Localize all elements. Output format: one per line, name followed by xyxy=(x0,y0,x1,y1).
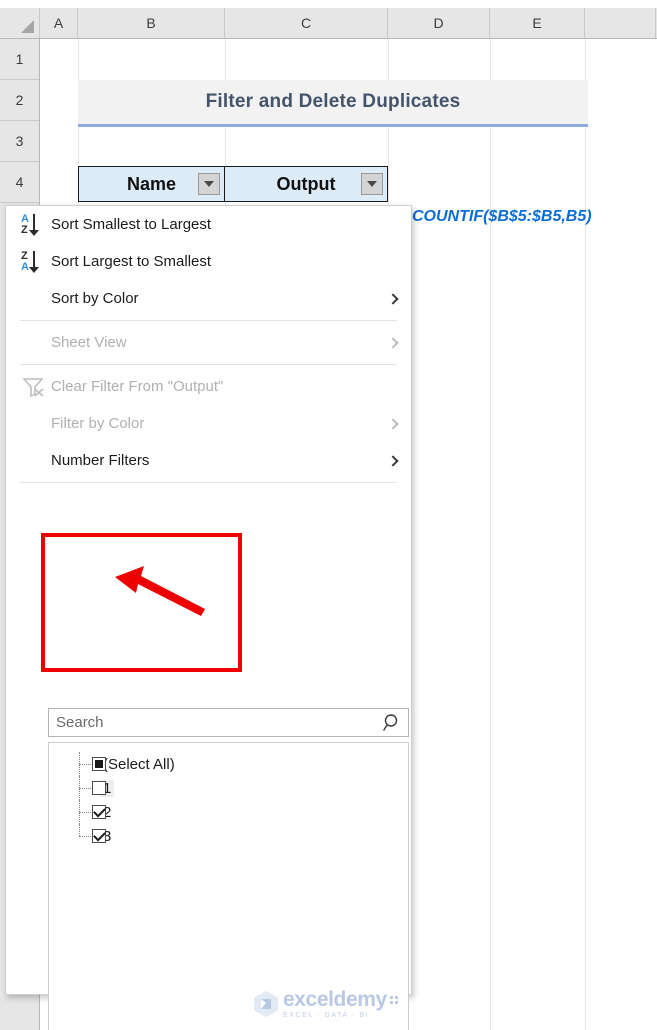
chevron-down-icon xyxy=(204,181,214,187)
menu-separator xyxy=(20,320,397,321)
row-header-1[interactable]: 1 xyxy=(0,39,39,80)
column-header-a[interactable]: A xyxy=(40,8,78,38)
menu-separator xyxy=(20,364,397,365)
chevron-down-icon xyxy=(367,181,377,187)
column-header-f[interactable] xyxy=(585,8,656,38)
tree-connector xyxy=(79,836,91,837)
exceldemy-watermark: exceldemy EXCEL - DATA - BI xyxy=(253,984,413,1024)
menu-item-clear-filter: Clear Filter From "Output" xyxy=(6,368,411,405)
menu-item-label: Number Filters xyxy=(51,452,150,469)
watermark-dots-icon xyxy=(389,996,398,1004)
checkbox-checked-icon[interactable] xyxy=(92,829,106,843)
table-header-name-label: Name xyxy=(126,173,177,194)
menu-item-label: Sort Smallest to Largest xyxy=(51,216,212,233)
row-header-2[interactable]: 2 xyxy=(0,80,39,121)
tree-connector xyxy=(79,800,80,824)
table-header-name: Name xyxy=(78,166,225,202)
tree-connector xyxy=(79,776,80,800)
sort-za-icon: ZA xyxy=(20,249,46,275)
excel-screenshot: A B C D E 1 2 3 4 Filter and Delete Dupl… xyxy=(0,0,657,1030)
chevron-right-icon xyxy=(387,454,399,467)
table-header-output: Output xyxy=(225,166,388,202)
menu-item-sort-by-color[interactable]: Sort by Color xyxy=(6,280,411,317)
chevron-right-icon xyxy=(387,292,399,305)
menu-item-number-filters[interactable]: Number Filters xyxy=(6,442,411,479)
search-icon[interactable] xyxy=(376,709,408,736)
tree-connector xyxy=(79,752,80,776)
checklist-item-3[interactable]: 3 xyxy=(49,824,408,848)
checkbox-checked-icon[interactable] xyxy=(92,805,106,819)
row-header-3[interactable]: 3 xyxy=(0,121,39,162)
watermark-tagline: EXCEL - DATA - BI xyxy=(283,1012,370,1019)
filter-dropdown-panel: AZ Sort Smallest to Largest ZA Sort Larg… xyxy=(5,205,412,1030)
column-header-e[interactable]: E xyxy=(490,8,585,38)
column-header-bar: A B C D E xyxy=(0,8,657,39)
sort-az-icon: AZ xyxy=(20,212,46,238)
tree-connector xyxy=(79,812,91,813)
filter-dropdown-button-output[interactable] xyxy=(361,173,383,195)
menu-item-label: Clear Filter From "Output" xyxy=(51,378,224,395)
exceldemy-logo-icon xyxy=(254,991,278,1017)
table-header-output-label: Output xyxy=(276,173,336,194)
menu-item-sort-largest-to-smallest[interactable]: ZA Sort Largest to Smallest xyxy=(6,243,411,280)
column-header-d[interactable]: D xyxy=(388,8,490,38)
checklist-item-label: (Select All) xyxy=(103,755,175,773)
sheet-title-banner: Filter and Delete Duplicates xyxy=(78,80,588,124)
page-title: Filter and Delete Duplicates xyxy=(205,91,461,112)
column-header-b[interactable]: B xyxy=(78,8,225,38)
clear-filter-icon xyxy=(22,377,44,397)
watermark-text: exceldemy EXCEL - DATA - BI xyxy=(283,989,387,1019)
menu-item-sheet-view: Sheet View xyxy=(6,324,411,361)
search-box[interactable] xyxy=(48,708,409,737)
watermark-name: exceldemy xyxy=(283,988,387,1011)
row-header-4[interactable]: 4 xyxy=(0,162,39,203)
cell-formula-text: COUNTIF($B$5:$B5,B5) xyxy=(412,208,592,225)
menu-item-label: Filter by Color xyxy=(51,415,145,432)
tree-connector xyxy=(79,788,91,789)
select-all-triangle-icon xyxy=(21,20,34,33)
checkbox-unchecked-icon[interactable] xyxy=(92,781,106,795)
menu-item-label: Sort Largest to Smallest xyxy=(51,253,212,270)
title-underline xyxy=(78,124,588,127)
checkbox-partial-icon[interactable] xyxy=(92,757,106,771)
tree-connector xyxy=(79,764,91,765)
menu-item-label: Sheet View xyxy=(51,334,127,351)
select-all-corner[interactable] xyxy=(0,8,40,38)
search-input[interactable] xyxy=(49,709,376,736)
menu-item-label: Sort by Color xyxy=(51,290,139,307)
checklist-item-1[interactable]: 1 xyxy=(49,776,408,800)
tree-connector xyxy=(79,824,80,836)
grid-line-d-e xyxy=(490,39,491,1030)
menu-item-filter-by-color: Filter by Color xyxy=(6,405,411,442)
filter-dropdown-button-name[interactable] xyxy=(198,173,220,195)
checklist-item-2[interactable]: 2 xyxy=(49,800,408,824)
chevron-right-icon xyxy=(387,417,399,430)
checklist-item-select-all[interactable]: (Select All) xyxy=(49,752,408,776)
grid-line-e-f xyxy=(585,39,586,1030)
chevron-right-icon xyxy=(387,336,399,349)
menu-item-sort-smallest-to-largest[interactable]: AZ Sort Smallest to Largest xyxy=(6,206,411,243)
menu-separator xyxy=(20,482,397,483)
column-header-c[interactable]: C xyxy=(225,8,388,38)
